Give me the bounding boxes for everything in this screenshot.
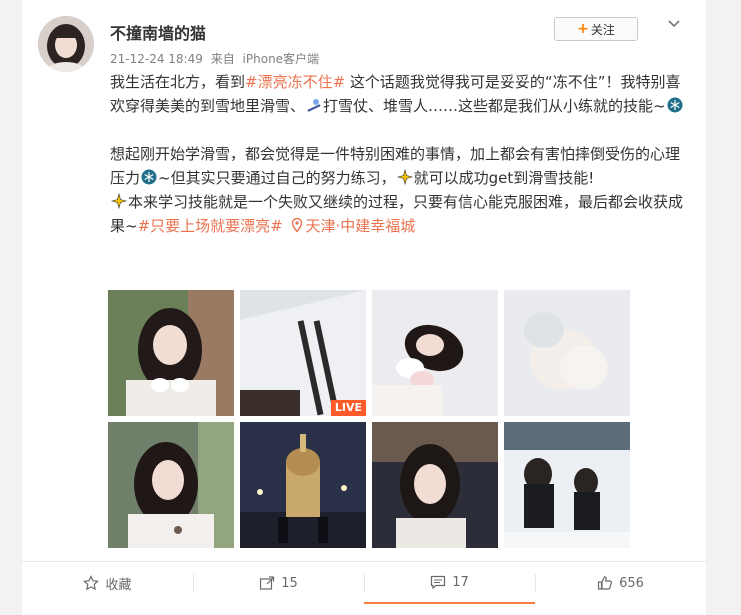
sparkle-icon [110,192,128,210]
favorite-button[interactable]: 收藏 [22,562,193,604]
paragraph-2: 想起刚开始学滑雪，都会觉得是一件特别困难的事情，加上都会有害怕摔倒受伤的心理压力… [110,142,688,238]
like-button[interactable]: 656 [535,562,706,604]
text-segment: 就可以成功get到滑雪技能! [413,169,595,187]
topic-tag-2[interactable]: #只要上场就要漂亮# [138,217,283,235]
photo-8[interactable] [504,422,630,548]
comment-icon [431,575,446,590]
repost-count: 15 [281,575,298,591]
username[interactable]: 不撞南墙的猫 [110,20,206,44]
source-prefix: 来自 [210,52,235,66]
photo-5[interactable] [108,422,234,548]
action-bar: 收藏 15 17 656 [22,561,706,604]
photo-grid: LIVE [108,290,630,550]
location-link[interactable]: 天津·中建幸福城 [288,217,416,235]
repost-button[interactable]: 15 [193,562,364,604]
post-meta: 21-12-24 18:49 来自 iPhone客户端 [110,50,319,67]
star-icon [83,575,100,591]
photo-3[interactable] [372,290,498,416]
post-source[interactable]: iPhone客户端 [243,52,320,66]
favorite-label: 收藏 [105,577,132,593]
ski-icon [306,96,322,112]
follow-label: 关注 [590,22,615,37]
like-count: 656 [619,575,644,591]
text-segment: 我生活在北方，看到 [110,73,246,91]
comment-button[interactable]: 17 [364,562,535,604]
like-icon [597,576,613,590]
post-text: 我生活在北方，看到#漂亮冻不住# 这个话题我觉得我可是妥妥的“冻不住”！我特别喜… [110,70,688,238]
snowflake-icon [141,168,157,185]
topic-tag-1[interactable]: #漂亮冻不住# [245,73,345,91]
post-time[interactable]: 21-12-24 18:49 [110,52,203,66]
snowflake-icon [667,96,683,113]
location-label: 天津·中建幸福城 [305,217,416,235]
photo-7[interactable] [372,422,498,548]
text-segment: ~但其实只要通过自己的努力练习， [158,169,396,187]
plus-icon: + [577,21,589,37]
location-pin-icon [291,217,302,233]
repost-icon [260,576,275,590]
follow-button[interactable]: + 关注 [554,17,638,41]
comment-count: 17 [452,574,469,590]
chevron-down-icon[interactable] [664,14,684,34]
photo-6[interactable] [240,422,366,548]
photo-2[interactable]: LIVE [240,290,366,416]
sparkle-icon [396,168,413,186]
paragraph-1: 我生活在北方，看到#漂亮冻不住# 这个话题我觉得我可是妥妥的“冻不住”！我特别喜… [110,70,688,118]
photo-1[interactable] [108,290,234,416]
live-badge: LIVE [330,400,366,416]
text-segment: 打雪仗、堆雪人……这些都是我们从小练就的技能~ [323,97,666,115]
weibo-post-card: 不撞南墙的猫 21-12-24 18:49 来自 iPhone客户端 + 关注 … [22,0,706,615]
avatar[interactable] [38,16,94,72]
photo-4[interactable] [504,290,630,416]
